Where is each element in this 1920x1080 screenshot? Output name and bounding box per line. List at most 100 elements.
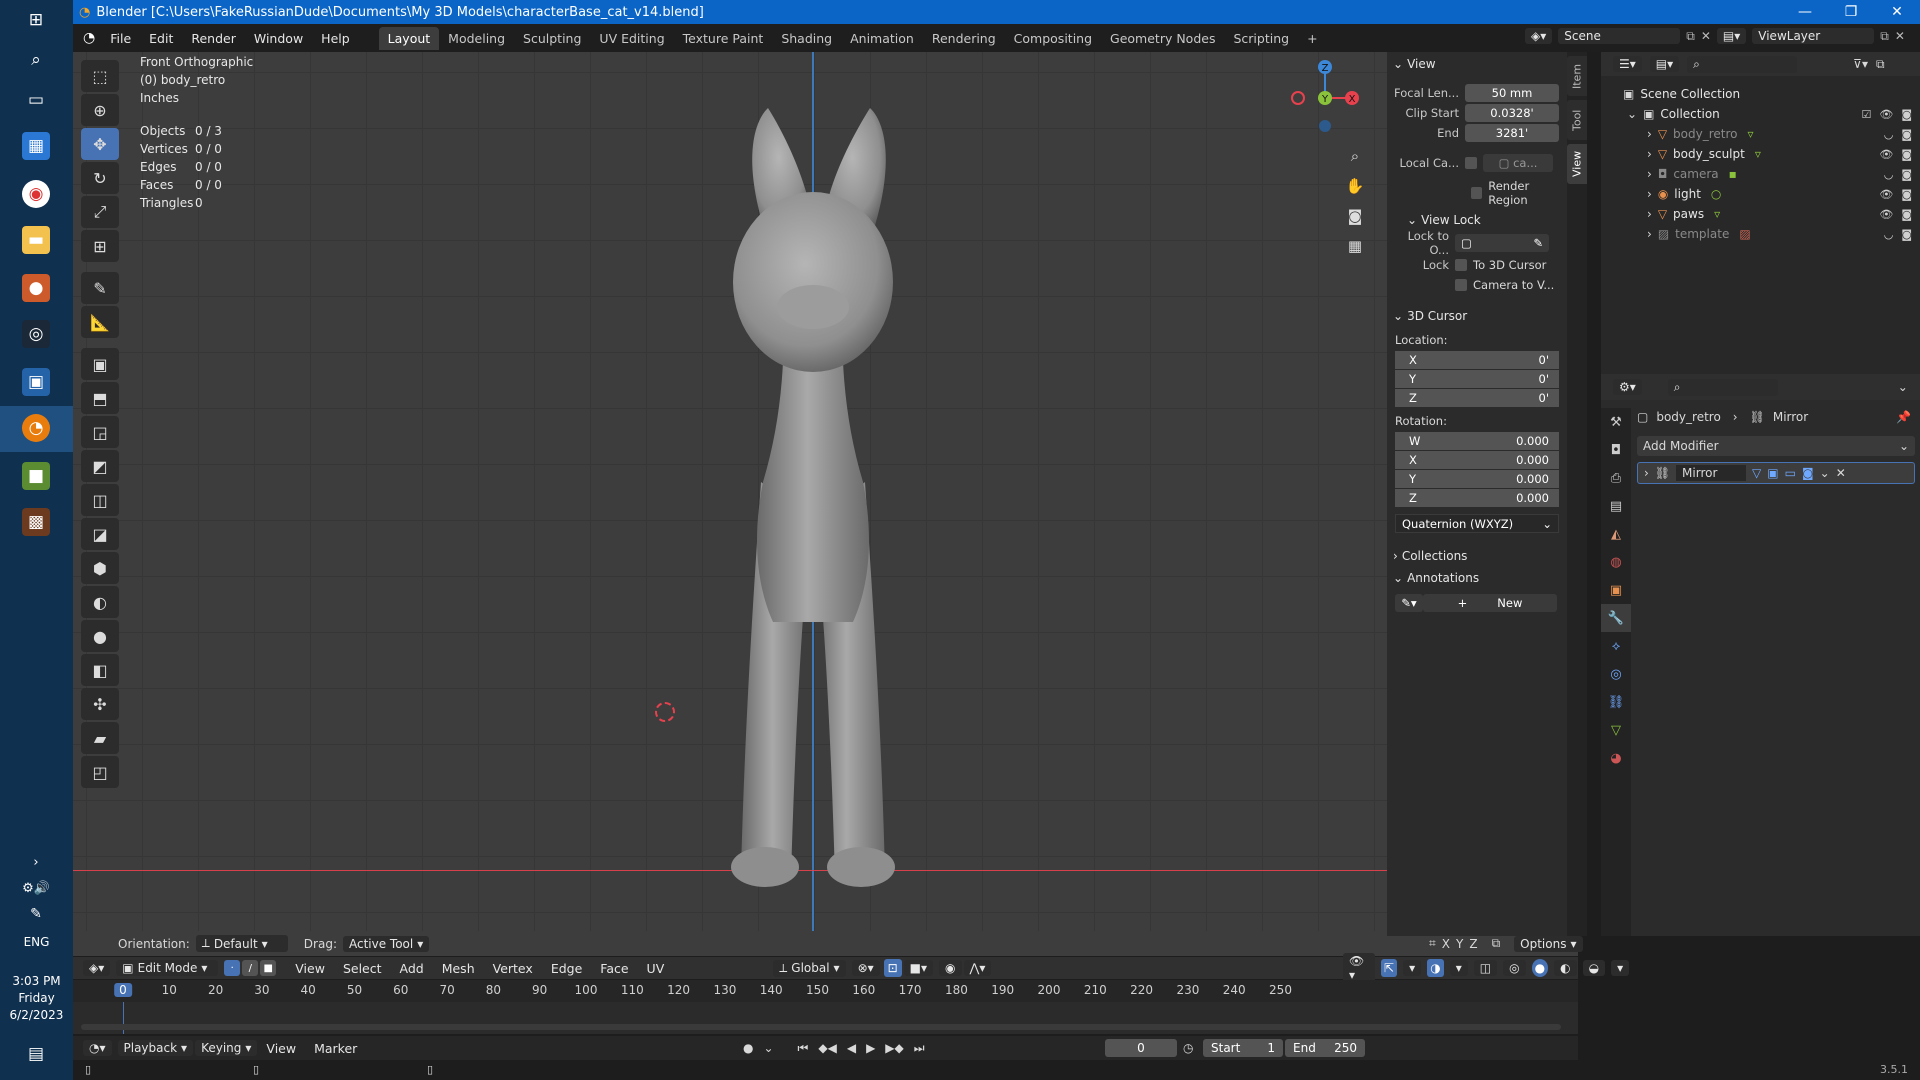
annotation-mode-dropdown[interactable]: ✎▾ [1395,594,1423,612]
header-menu-mesh[interactable]: Mesh [433,961,484,976]
header-menu-vertex[interactable]: Vertex [484,961,542,976]
add-workspace-button[interactable]: + [1298,27,1326,50]
shear-tool[interactable]: ▰ [81,722,119,754]
on-cage-toggle-icon[interactable]: ▣ [1767,466,1778,480]
outliner-item-template[interactable]: › ▨ template ▨ ◡ ◙ [1601,224,1920,244]
menu-edit[interactable]: Edit [140,31,182,46]
topology-mirror-icon[interactable]: ⧉ [1492,936,1501,951]
game-icon[interactable]: ▩ [22,508,50,536]
proportional-edit-icon[interactable]: ◉ [939,960,962,976]
knife-tool[interactable]: ◪ [81,518,119,550]
ortho-grid-icon[interactable]: ▦ [1343,234,1367,258]
header-menu-uv[interactable]: UV [638,961,674,976]
to-3d-cursor-checkbox[interactable] [1455,259,1467,271]
render-camera-icon[interactable]: ◙ [1901,208,1912,221]
scene-collection-row[interactable]: ▣ Scene Collection [1601,84,1920,104]
filter-icon[interactable]: ⊽▾ [1853,57,1868,71]
chevron-right-icon[interactable]: › [1647,147,1652,161]
material-shading-icon[interactable]: ◐ [1554,960,1577,976]
tab-tool[interactable]: Tool [1567,100,1587,140]
navigation-gizmo[interactable]: Z Y X [1285,52,1365,132]
scene-selector-icon[interactable]: ◈▾ [1525,28,1553,44]
tab-modeling[interactable]: Modeling [439,27,514,50]
pen-icon[interactable]: ✎ [22,900,50,928]
render-camera-icon[interactable]: ◙ [1901,228,1912,241]
camera-view-icon[interactable]: ◙ [1343,204,1367,228]
3d-cursor-header[interactable]: ⌄ 3D Cursor [1387,305,1567,327]
mirror-x-toggle[interactable]: X [1442,937,1450,951]
timeline-view-menu[interactable]: View [257,1041,305,1056]
tab-sculpting[interactable]: Sculpting [514,27,590,50]
next-keyframe-icon[interactable]: ▶◆ [885,1041,903,1055]
tab-uv-editing[interactable]: UV Editing [590,27,673,50]
rotate-tool[interactable]: ↻ [81,162,119,194]
scale-tool[interactable]: ⤢ [81,196,119,228]
pan-hand-icon[interactable]: ✋ [1343,174,1367,198]
tab-geometry-nodes[interactable]: Geometry Nodes [1101,27,1224,50]
header-menu-select[interactable]: Select [334,961,391,976]
render-toggle-icon[interactable]: ◙ [1802,466,1814,480]
cursor-location-z[interactable]: Z 0' [1395,389,1559,408]
tab-compositing[interactable]: Compositing [1005,27,1101,50]
chevron-right-icon[interactable]: › [1647,227,1652,241]
current-frame-field[interactable]: 0 [1105,1039,1177,1057]
xray-toggle-icon[interactable]: ◫ [1473,960,1498,976]
outliner-item-camera[interactable]: › ◘ camera ▪ ◡ ◙ [1601,164,1920,184]
view-panel-header[interactable]: ⌄ View [1387,53,1567,75]
annotations-header[interactable]: ⌄ Annotations [1387,567,1567,589]
minimize-button[interactable]: — [1782,0,1828,24]
falloff-dropdown[interactable]: ⋀▾ [963,960,992,976]
cursor-rotation-w[interactable]: W 0.000 [1395,432,1559,451]
render-camera-icon[interactable]: ◙ [1901,168,1912,181]
chrome-icon[interactable]: ◉ [22,180,50,208]
chevron-up-icon[interactable]: › [22,848,50,876]
tab-item[interactable]: Item [1567,56,1587,96]
particles-tab-icon[interactable]: ⟡ [1601,632,1631,660]
chevron-right-icon[interactable]: › [1647,187,1652,201]
overlays-toggle-icon[interactable]: ◑ [1427,959,1444,977]
outliner-search-input[interactable]: ⌕ [1687,55,1798,73]
clip-start-field[interactable]: 0.0328' [1465,104,1559,122]
play-icon[interactable]: ▶ [866,1041,875,1055]
editor-type-dropdown[interactable]: ◈▾ [83,960,111,976]
eye-icon[interactable]: 👁 [1879,208,1893,221]
drag-dropdown[interactable]: Active Tool ▾ [342,935,430,952]
solid-shading-icon[interactable]: ● [1531,959,1549,977]
render-camera-icon[interactable]: ◙ [1901,108,1912,121]
blender-menu-icon[interactable]: ◔ [83,30,95,46]
view-layer-tab-icon[interactable]: ▤ [1601,492,1631,520]
close-button[interactable]: ✕ [1874,0,1920,24]
area-divider[interactable] [1587,52,1601,1060]
maximize-button[interactable]: ❐ [1828,0,1874,24]
snap-toggle-icon[interactable]: ⊡ [883,959,902,977]
chevron-down-icon[interactable]: ⌄ [1627,107,1637,121]
firefox-icon[interactable]: ● [22,274,50,302]
clock-time[interactable]: 3:03 PM [0,973,73,990]
menu-help[interactable]: Help [312,31,359,46]
object-tab-icon[interactable]: ▣ [1601,576,1631,604]
outliner-item-body-retro[interactable]: › ▽ body_retro ▿ ◡ ◙ [1601,124,1920,144]
select-box-tool[interactable]: ⬚ [81,60,119,92]
gizmo-dropdown[interactable]: ▾ [1403,960,1422,976]
properties-search-input[interactable]: ⌕ [1667,378,1778,396]
render-camera-icon[interactable]: ◙ [1901,128,1912,141]
cursor-rotation-y[interactable]: Y 0.000 [1395,470,1559,489]
blender-icon[interactable]: ◔ [22,414,50,442]
constraints-tab-icon[interactable]: ⛓ [1601,688,1631,716]
shading-dropdown[interactable]: ▾ [1611,960,1630,976]
eye-icon[interactable]: 👁 [1879,188,1893,201]
rotation-mode-dropdown[interactable]: Quaternion (WXYZ) ⌄ [1395,514,1559,533]
world-tab-icon[interactable]: ◍ [1601,548,1631,576]
realtime-toggle-icon[interactable]: ▭ [1785,466,1796,480]
tab-rendering[interactable]: Rendering [923,27,1005,50]
snap-target-dropdown[interactable]: ■▾ [903,960,934,976]
record-dropdown-icon[interactable]: ⌄ [763,1041,773,1055]
playback-menu[interactable]: Playback ▾ [117,1040,194,1056]
move-tool[interactable]: ✥ [81,128,119,160]
camera-to-view-checkbox[interactable] [1455,279,1467,291]
edge-select-icon[interactable]: / [242,960,259,976]
data-tab-icon[interactable]: ▽ [1601,716,1631,744]
timeline-ruler[interactable]: 0 10 20 30 40 50 60 70 80 90 100 110 120 130 140 150 160… [73,980,1578,1002]
outliner-item-paws[interactable]: › ▽ paws ▿ 👁 ◙ [1601,204,1920,224]
render-region-checkbox[interactable] [1471,187,1483,199]
